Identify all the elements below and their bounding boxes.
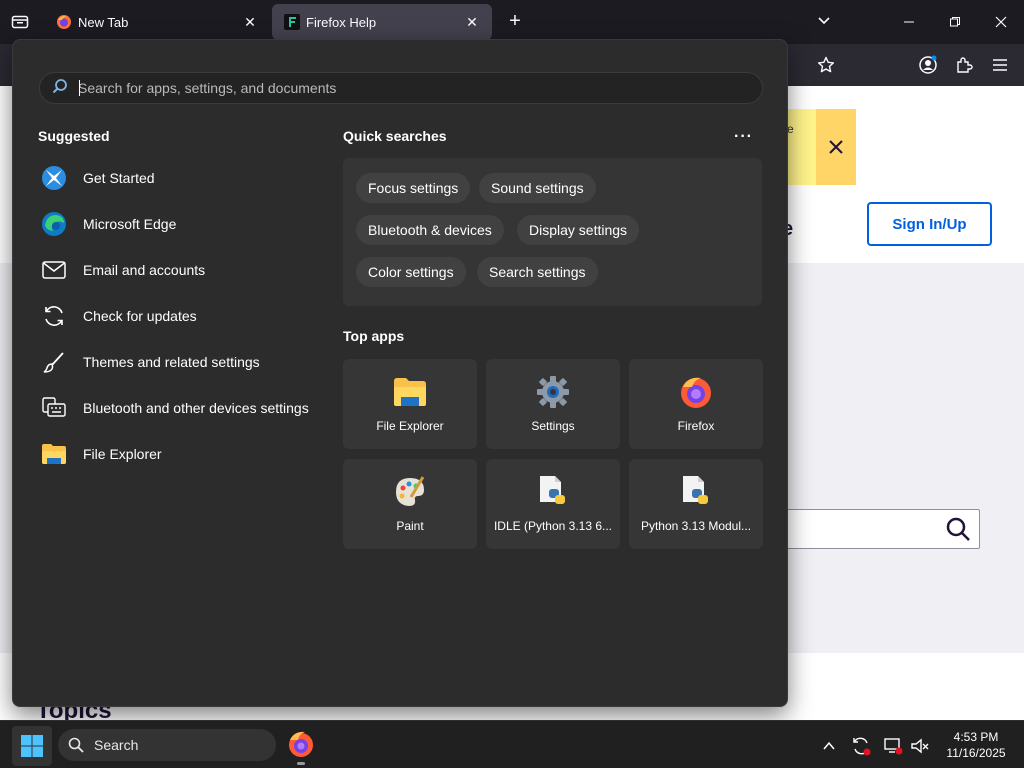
quick-searches-heading: Quick searches — [343, 128, 447, 144]
tab-firefox-help[interactable]: Firefox Help ✕ — [272, 4, 492, 40]
close-banner-icon[interactable] — [816, 109, 856, 185]
extensions-icon[interactable] — [953, 54, 975, 76]
suggested-item-label: Get Started — [83, 170, 155, 186]
update-sync-tray-icon[interactable] — [850, 735, 872, 757]
text-caret — [79, 80, 80, 96]
taskbar-clock[interactable]: 4:53 PM 11/16/2025 — [938, 729, 1014, 761]
mail-icon — [39, 256, 69, 284]
brush-icon — [39, 348, 69, 376]
quick-searches-panel: Focus settings Sound settings Bluetooth … — [343, 158, 762, 306]
folder-icon — [393, 375, 427, 409]
restore-icon[interactable] — [940, 8, 970, 36]
app-tile-label: File Explorer — [376, 419, 444, 433]
app-tile-paint[interactable]: Paint — [343, 459, 477, 549]
suggested-item-check-updates[interactable]: Check for updates — [39, 298, 329, 334]
python-file-icon — [679, 475, 713, 509]
app-tile-python-docs[interactable]: Python 3.13 Modul... — [629, 459, 763, 549]
suggested-item-get-started[interactable]: Get Started — [39, 160, 329, 196]
close-tab-icon[interactable]: ✕ — [242, 14, 258, 30]
quick-search-chip[interactable]: Search settings — [477, 257, 598, 287]
app-tile-label: Settings — [531, 419, 575, 433]
sign-in-button[interactable]: Sign In/Up — [867, 202, 992, 246]
quick-search-chip[interactable]: Bluetooth & devices — [356, 215, 504, 245]
suggested-item-label: Microsoft Edge — [83, 216, 177, 232]
flyout-search-input[interactable] — [78, 80, 762, 96]
get-started-icon — [39, 164, 69, 192]
new-tab-plus-icon[interactable]: + — [504, 10, 526, 32]
close-window-icon[interactable] — [986, 8, 1016, 36]
app-tile-firefox[interactable]: Firefox — [629, 359, 763, 449]
suggested-item-bluetooth-devices[interactable]: Bluetooth and other devices settings — [39, 390, 339, 426]
suggested-item-label: Bluetooth and other devices settings — [83, 400, 309, 416]
tab-title: Firefox Help — [306, 14, 377, 30]
clock-date: 11/16/2025 — [946, 746, 1006, 760]
suggested-item-file-explorer[interactable]: File Explorer — [39, 436, 329, 472]
close-tab-icon[interactable]: ✕ — [464, 14, 480, 30]
suggested-item-label: Themes and related settings — [83, 354, 260, 370]
search-icon[interactable] — [944, 515, 972, 543]
bookmark-star-icon[interactable] — [815, 54, 837, 76]
edge-icon — [39, 210, 69, 238]
suggested-item-themes[interactable]: Themes and related settings — [39, 344, 329, 380]
search-icon — [52, 78, 68, 99]
windows-logo-icon — [21, 735, 43, 757]
volume-muted-icon[interactable] — [909, 735, 931, 757]
app-tile-settings[interactable]: Settings — [486, 359, 620, 449]
folder-icon — [39, 440, 69, 468]
quick-search-chip[interactable]: Display settings — [517, 215, 640, 245]
firefox-icon — [56, 14, 72, 30]
start-button[interactable] — [12, 726, 52, 766]
windows-search-flyout: Suggested Get Started Microsoft Edge Ema… — [12, 39, 788, 707]
firefox-help-favicon — [284, 14, 300, 30]
flyout-search-box[interactable] — [39, 72, 763, 104]
app-tile-label: Python 3.13 Modul... — [640, 519, 752, 533]
clock-time: 4:53 PM — [953, 730, 999, 744]
taskbar-search-label: Search — [94, 737, 139, 753]
suggested-heading: Suggested — [38, 128, 110, 144]
suggested-item-label: File Explorer — [83, 446, 162, 462]
top-apps-heading: Top apps — [343, 328, 405, 344]
python-file-icon — [536, 475, 570, 509]
suggested-item-label: Check for updates — [83, 308, 197, 324]
tab-title: New Tab — [78, 14, 129, 30]
account-icon[interactable] — [917, 54, 939, 76]
keyboard-devices-icon — [39, 394, 69, 422]
app-tile-label: Firefox — [677, 419, 715, 433]
banner-text-fragment: e — [787, 122, 794, 136]
browser-tab-bar: New Tab ✕ Firefox Help ✕ + — [0, 0, 1024, 44]
chevron-down-icon[interactable] — [816, 12, 832, 33]
tab-new-tab[interactable]: New Tab ✕ — [44, 4, 270, 40]
minimize-icon[interactable] — [894, 8, 924, 36]
app-tile-file-explorer[interactable]: File Explorer — [343, 359, 477, 449]
gear-icon — [536, 375, 570, 409]
suggested-item-microsoft-edge[interactable]: Microsoft Edge — [39, 206, 329, 242]
sync-icon — [39, 302, 69, 330]
search-icon — [68, 737, 84, 753]
windows-taskbar: Search 4:53 PM 11/16/2025 — [0, 720, 1024, 768]
running-app-indicator — [297, 762, 305, 765]
app-tile-label: Paint — [396, 519, 424, 533]
quick-search-chip[interactable]: Color settings — [356, 257, 466, 287]
taskbar-firefox-icon[interactable] — [286, 729, 316, 759]
firefox-icon — [679, 375, 713, 409]
chevron-up-icon[interactable] — [818, 735, 840, 757]
suggested-item-label: Email and accounts — [83, 262, 206, 278]
hamburger-menu-icon[interactable] — [989, 54, 1011, 76]
app-tile-idle[interactable]: IDLE (Python 3.13 6... — [486, 459, 620, 549]
display-network-tray-icon[interactable] — [882, 735, 904, 757]
more-options-icon[interactable]: ··· — [734, 128, 753, 146]
quick-search-chip[interactable]: Sound settings — [479, 173, 596, 203]
taskbar-search-box[interactable]: Search — [58, 729, 276, 761]
suggested-item-email-accounts[interactable]: Email and accounts — [39, 252, 329, 288]
paint-palette-icon — [393, 475, 427, 509]
tab-list-icon[interactable] — [8, 10, 32, 34]
app-tile-label: IDLE (Python 3.13 6... — [493, 519, 613, 533]
quick-search-chip[interactable]: Focus settings — [356, 173, 471, 203]
